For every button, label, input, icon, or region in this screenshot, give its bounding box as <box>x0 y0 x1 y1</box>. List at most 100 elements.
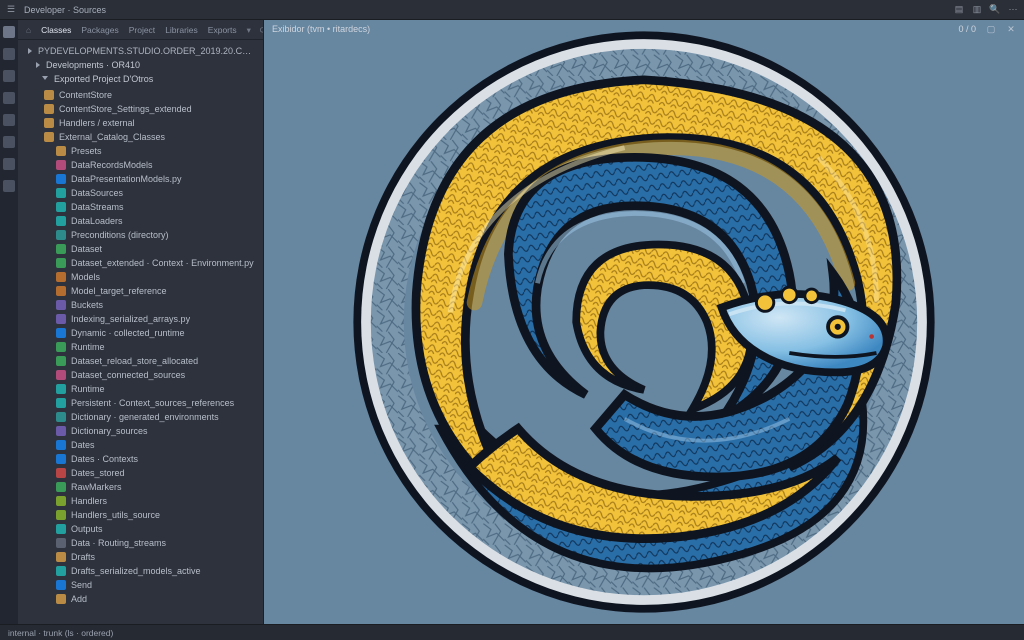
activity-database-icon[interactable] <box>3 180 15 192</box>
tree-item[interactable]: DataSources <box>18 186 263 200</box>
tree-item[interactable]: Dates · Contexts <box>18 452 263 466</box>
root-folder-label: Exported Project D'Otros <box>54 74 153 84</box>
tree-item-label: Handlers_utils_source <box>71 508 160 522</box>
file-icon <box>44 104 54 114</box>
tab-exports[interactable]: Exports <box>208 25 237 35</box>
file-icon <box>56 174 66 184</box>
tree-item-label: Drafts_serialized_models_active <box>71 564 201 578</box>
tree-item-label: Dataset_extended · Context · Environment… <box>71 256 254 270</box>
tree-item-label: Dates_stored <box>71 466 125 480</box>
file-icon <box>56 496 66 506</box>
tab-classes[interactable]: Classes <box>41 25 71 35</box>
tree-item-label: Dataset_connected_sources <box>71 368 185 382</box>
activity-explorer-icon[interactable] <box>3 26 15 38</box>
tree-item[interactable]: Dataset <box>18 242 263 256</box>
settings-dots-icon[interactable]: ⋯ <box>1008 5 1018 15</box>
file-icon <box>56 594 66 604</box>
tree-item[interactable]: Outputs <box>18 522 263 536</box>
file-tree[interactable]: ContentStoreContentStore_Settings_extend… <box>18 86 263 624</box>
activity-search-icon[interactable] <box>3 48 15 60</box>
tree-item[interactable]: Dates_stored <box>18 466 263 480</box>
file-icon <box>56 188 66 198</box>
collapse-icon[interactable]: ▾ <box>247 25 256 34</box>
tree-item-label: Presets <box>71 144 102 158</box>
root-folder[interactable]: Exported Project D'Otros <box>18 72 263 86</box>
tree-item[interactable]: Persistent · Context_sources_references <box>18 396 263 410</box>
snake-svg <box>324 12 964 632</box>
tree-item-label: Models <box>71 270 100 284</box>
tree-item[interactable]: Dictionary · generated_environments <box>18 410 263 424</box>
tree-item[interactable]: DataPresentationModels.py <box>18 172 263 186</box>
file-icon <box>56 314 66 324</box>
file-icon <box>56 216 66 226</box>
tree-item[interactable]: Indexing_serialized_arrays.py <box>18 312 263 326</box>
tree-item[interactable]: Preconditions (directory) <box>18 228 263 242</box>
tree-item-label: Model_target_reference <box>71 284 167 298</box>
status-left: internal · trunk (ls · ordered) <box>8 628 113 638</box>
file-icon <box>56 510 66 520</box>
file-icon <box>56 552 66 562</box>
file-icon <box>56 146 66 156</box>
file-icon <box>44 90 54 100</box>
tree-item[interactable]: Drafts <box>18 550 263 564</box>
tree-item[interactable]: Dataset_extended · Context · Environment… <box>18 256 263 270</box>
split-icon[interactable]: ▥ <box>972 5 982 15</box>
chevron-right-icon <box>36 62 40 68</box>
activity-bar <box>0 20 18 624</box>
tree-item[interactable]: ContentStore <box>18 88 263 102</box>
file-icon <box>56 384 66 394</box>
tree-item[interactable]: Model_target_reference <box>18 284 263 298</box>
tree-item-label: DataSources <box>71 186 123 200</box>
search-icon[interactable]: 🔍 <box>990 5 1000 15</box>
file-icon <box>44 118 54 128</box>
file-icon <box>56 538 66 548</box>
tree-item[interactable]: Add <box>18 592 263 606</box>
tree-item-label: Runtime <box>71 340 105 354</box>
tab-libraries[interactable]: Libraries <box>165 25 198 35</box>
tab-project[interactable]: Project <box>129 25 155 35</box>
tree-item[interactable]: Dataset_reload_store_allocated <box>18 354 263 368</box>
side-panel: ⌂ Classes Packages Project Libraries Exp… <box>18 20 264 624</box>
tree-item[interactable]: DataLoaders <box>18 214 263 228</box>
project-header[interactable]: PyDevelopments.studio.Order_2019.20.cls <box>18 40 263 58</box>
tree-item[interactable]: Buckets <box>18 298 263 312</box>
activity-structure-icon[interactable] <box>3 158 15 170</box>
tree-item[interactable]: DataRecordsModels <box>18 158 263 172</box>
tree-item[interactable]: Dictionary_sources <box>18 424 263 438</box>
tree-item[interactable]: Handlers / external <box>18 116 263 130</box>
tree-item[interactable]: Data · Routing_streams <box>18 536 263 550</box>
file-icon <box>56 524 66 534</box>
activity-debug-icon[interactable] <box>3 92 15 104</box>
activity-scm-icon[interactable] <box>3 70 15 82</box>
tree-item[interactable]: Send <box>18 578 263 592</box>
editor-canvas: Exibidor (tvm • ritardecs) 0 / 0 ▢ ✕ <box>264 20 1024 624</box>
tree-item[interactable]: Handlers <box>18 494 263 508</box>
file-icon <box>56 398 66 408</box>
tree-item-label: Dataset_reload_store_allocated <box>71 354 198 368</box>
tree-item[interactable]: Presets <box>18 144 263 158</box>
tree-item[interactable]: Runtime <box>18 382 263 396</box>
tree-item[interactable]: DataStreams <box>18 200 263 214</box>
menu-icon[interactable]: ☰ <box>6 5 16 15</box>
tree-item[interactable]: Dates <box>18 438 263 452</box>
home-icon[interactable]: ⌂ <box>26 25 31 34</box>
workspace-header[interactable]: Developments · OR410 <box>18 58 263 72</box>
tree-item[interactable]: ContentStore_Settings_extended <box>18 102 263 116</box>
tab-packages[interactable]: Packages <box>81 25 118 35</box>
tree-item[interactable]: RawMarkers <box>18 480 263 494</box>
tree-item[interactable]: Dataset_connected_sources <box>18 368 263 382</box>
activity-favorites-icon[interactable] <box>3 136 15 148</box>
tree-item-label: DataStreams <box>71 200 124 214</box>
tree-item[interactable]: Drafts_serialized_models_active <box>18 564 263 578</box>
refresh-icon[interactable]: ⟳ <box>260 25 263 34</box>
tree-item[interactable]: Runtime <box>18 340 263 354</box>
tree-item-label: Add <box>71 592 87 606</box>
tree-item[interactable]: Handlers_utils_source <box>18 508 263 522</box>
activity-extensions-icon[interactable] <box>3 114 15 126</box>
tree-item[interactable]: Dynamic · collected_runtime <box>18 326 263 340</box>
file-icon <box>56 230 66 240</box>
tree-item-label: Dynamic · collected_runtime <box>71 326 185 340</box>
tree-item[interactable]: External_Catalog_Classes <box>18 130 263 144</box>
tree-item-label: ContentStore <box>59 88 112 102</box>
tree-item[interactable]: Models <box>18 270 263 284</box>
